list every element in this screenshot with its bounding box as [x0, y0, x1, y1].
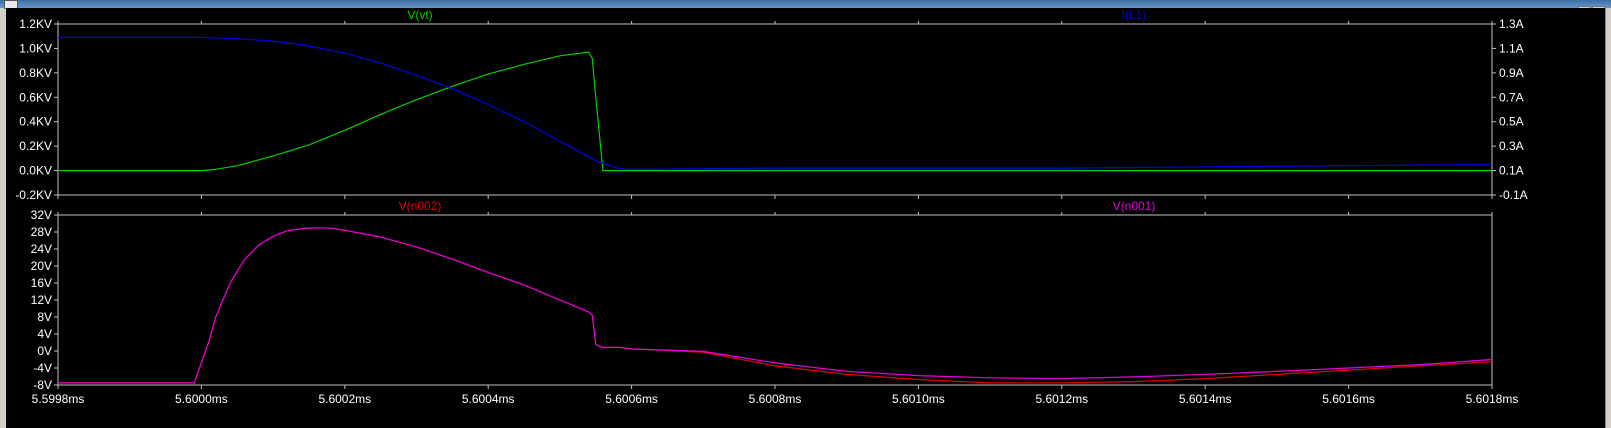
y-tick-label: 0.2KV [19, 139, 52, 153]
y-tick-label: 20V [31, 259, 52, 273]
y-tick-label: 0.0KV [19, 164, 52, 178]
y-tick-label: 1.0KV [19, 41, 52, 55]
y-tick-label: -4V [33, 361, 52, 375]
x-tick-label: 5.6012ms [1035, 392, 1088, 406]
x-tick-label: 5.6010ms [892, 392, 945, 406]
y2-tick-label: 0.3A [1499, 139, 1524, 153]
x-tick-label: 5.6018ms [1466, 392, 1519, 406]
x-tick-label: 5.5998ms [32, 392, 85, 406]
y-tick-label: 28V [31, 225, 52, 239]
y-tick-label: 12V [31, 293, 52, 307]
y-tick-label: 0.4KV [19, 115, 52, 129]
window-controls [1577, 0, 1607, 13]
y2-tick-label: 0.9A [1499, 66, 1524, 80]
y-tick-label: 0V [37, 344, 52, 358]
trace-label-i-l1[interactable]: I(L1) [1122, 8, 1147, 22]
trace-label-v-vt[interactable]: V(vt) [407, 8, 432, 22]
trace-label-v-n002[interactable]: V(n002) [399, 199, 442, 213]
x-tick-label: 5.6008ms [749, 392, 802, 406]
y-tick-label: 24V [31, 242, 52, 256]
y2-tick-label: 0.1A [1499, 164, 1524, 178]
y2-tick-label: -0.1A [1499, 188, 1528, 202]
y-tick-label: 0.8KV [19, 66, 52, 80]
y2-tick-label: 1.1A [1499, 41, 1524, 55]
y-tick-label: 16V [31, 276, 52, 290]
x-tick-label: 5.6016ms [1322, 392, 1375, 406]
y2-tick-label: 0.5A [1499, 115, 1524, 129]
window-frame-right [1605, 8, 1611, 428]
y-tick-label: 1.2KV [19, 17, 52, 31]
x-tick-label: 5.6006ms [605, 392, 658, 406]
waveform-viewer[interactable]: 1.2KV 1.0KV 0.8KV 0.6KV 0.4KV 0.2KV 0.0KV -0.2K… [6, 8, 1606, 428]
trace-label-v-n001[interactable]: V(n001) [1113, 199, 1156, 213]
plot-background [6, 8, 1606, 428]
y-tick-label: 32V [31, 208, 52, 222]
x-tick-label: 5.6014ms [1179, 392, 1232, 406]
x-tick-label: 5.6004ms [462, 392, 515, 406]
x-tick-label: 5.6000ms [175, 392, 228, 406]
x-tick-label: 5.6002ms [318, 392, 371, 406]
y2-tick-label: 1.3A [1499, 17, 1524, 31]
window-titlebar[interactable] [0, 0, 1611, 13]
y-tick-label: 0.6KV [19, 90, 52, 104]
y2-tick-label: 0.7A [1499, 90, 1524, 104]
y-tick-label: 8V [37, 310, 52, 324]
y-tick-label: -0.2KV [15, 188, 52, 202]
y-tick-label: -8V [33, 378, 52, 392]
y-tick-label: 4V [37, 327, 52, 341]
